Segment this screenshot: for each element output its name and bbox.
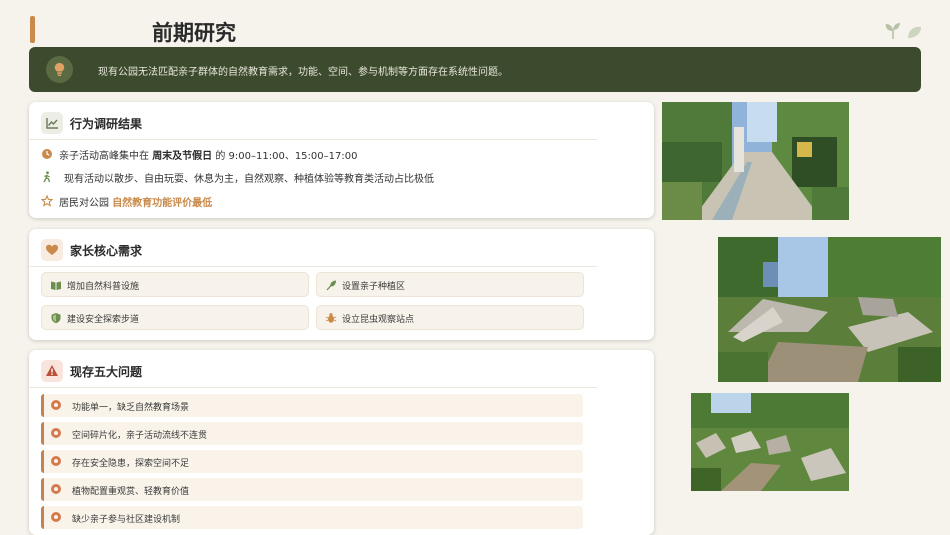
summary-banner: 现有公园无法匹配亲子群体的自然教育需求，功能、空间、参与机制等方面存在系统性问题… (29, 47, 921, 92)
need-safe-trail[interactable]: 建设安全探索步道 (41, 305, 309, 330)
warning-icon (41, 360, 63, 382)
bug-icon (325, 313, 337, 323)
need-science-facilities[interactable]: 增加自然科普设施 (41, 272, 309, 297)
issue-label: 缺少亲子参与社区建设机制 (72, 515, 181, 525)
issue-item: 缺少亲子参与社区建设机制 (41, 506, 583, 529)
bullet-icon (51, 428, 61, 438)
shield-icon (51, 313, 61, 324)
star-icon (41, 195, 53, 207)
need-insect-station[interactable]: 设立昆虫观察站点 (316, 305, 584, 330)
need-label: 设置亲子种植区 (342, 282, 406, 292)
issue-label: 植物配置重观赏、轻教育价值 (72, 487, 190, 497)
lightbulb-icon (46, 56, 73, 83)
survey-row-bold: 周末及节假日 (152, 151, 213, 162)
need-planting-area[interactable]: 设置亲子种植区 (316, 272, 584, 297)
park-path-photo (662, 102, 849, 220)
bullet-icon (51, 512, 61, 522)
book-icon (51, 281, 61, 290)
issues-card-title: 现存五大问题 (70, 365, 143, 379)
needs-card-title: 家长核心需求 (70, 244, 143, 258)
bullet-icon (51, 400, 61, 410)
walking-icon (43, 171, 51, 183)
bullet-icon (51, 456, 61, 466)
survey-row-text: 现有活动以散步、自由玩耍、休息为主，自然观察、种植体验等教育类活动占比极低 (64, 174, 434, 185)
issue-label: 存在安全隐患，探索空间不足 (72, 459, 190, 469)
page-title: 前期研究 (152, 21, 236, 45)
issue-item: 空间碎片化，亲子活动流线不连贯 (41, 422, 583, 445)
issues-card: 现存五大问题 功能单一，缺乏自然教育场景 空间碎片化，亲子活动流线不连贯 存在安… (29, 350, 654, 535)
issue-label: 空间碎片化，亲子活动流线不连贯 (72, 431, 208, 441)
survey-card-title: 行为调研结果 (70, 117, 143, 131)
heart-icon (41, 239, 63, 261)
title-accent-bar (30, 16, 35, 43)
chart-line-icon (41, 112, 63, 134)
survey-row-text: 居民对公园 (59, 198, 113, 209)
rock-trail-photo (691, 393, 849, 491)
issue-label: 功能单一，缺乏自然教育场景 (72, 403, 190, 413)
issue-item: 功能单一，缺乏自然教育场景 (41, 394, 583, 417)
divider (29, 139, 597, 140)
survey-row-text: 的 9:00–11:00、15:00–17:00 (212, 151, 358, 162)
survey-row-text: 亲子活动高峰集中在 (59, 151, 153, 162)
divider (29, 387, 597, 388)
needs-card: 家长核心需求 增加自然科普设施 设置亲子种植区 建设安全探索步道 设立昆虫观察站… (29, 229, 654, 340)
survey-row-accent: 自然教育功能评价最低 (112, 198, 213, 209)
seedling-icon (326, 280, 336, 291)
need-label: 建设安全探索步道 (67, 315, 140, 325)
divider (29, 266, 597, 267)
survey-card: 行为调研结果 亲子活动高峰集中在 周末及节假日 的 9:00–11:00、15:… (29, 102, 654, 218)
issue-item: 存在安全隐患，探索空间不足 (41, 450, 583, 473)
leaves-icon (885, 23, 921, 39)
clock-icon (42, 149, 52, 159)
stone-garden-photo (718, 237, 941, 382)
need-label: 增加自然科普设施 (67, 282, 140, 292)
banner-text: 现有公园无法匹配亲子群体的自然教育需求，功能、空间、参与机制等方面存在系统性问题… (98, 67, 508, 78)
need-label: 设立昆虫观察站点 (342, 315, 415, 325)
bullet-icon (51, 484, 61, 494)
issue-item: 植物配置重观赏、轻教育价值 (41, 478, 583, 501)
